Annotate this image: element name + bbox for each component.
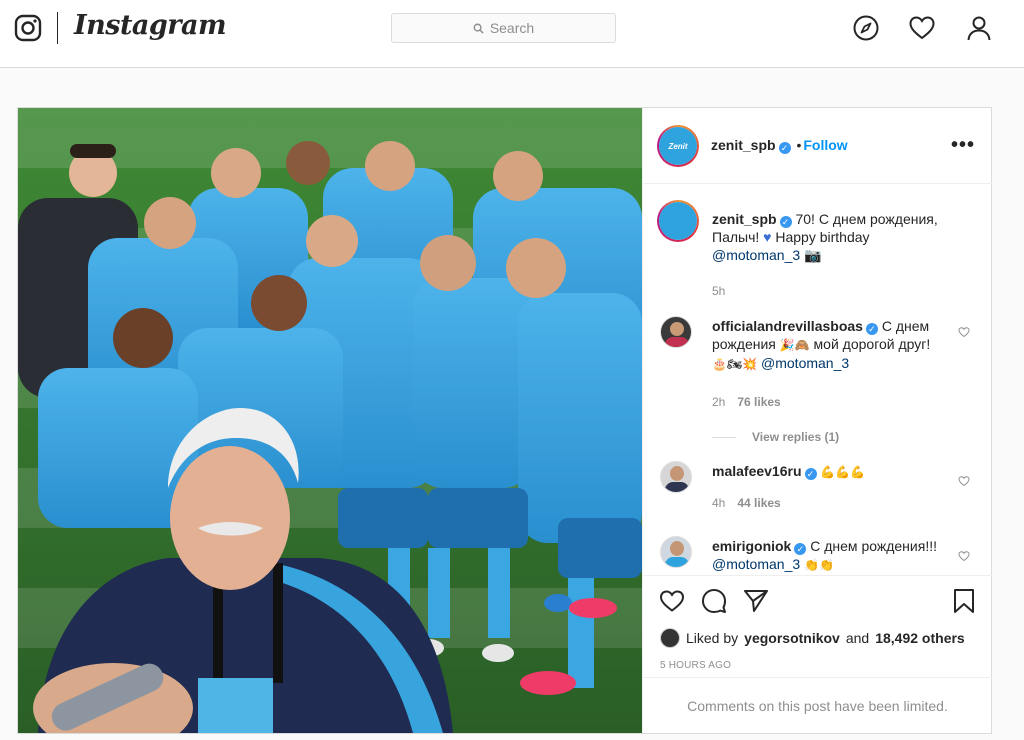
post-header: Zenit zenit_spb ✓ • Follow ••• <box>643 108 992 184</box>
comment-username[interactable]: malafeev16ru <box>712 463 802 479</box>
like-comment-heart-icon[interactable] <box>958 475 970 487</box>
instagram-camera-icon[interactable] <box>14 14 42 42</box>
commenter-avatar[interactable] <box>660 461 692 493</box>
comment-likes[interactable]: 76 likes <box>737 395 780 409</box>
mention-link[interactable]: @motoman_3 <box>761 355 849 371</box>
verified-badge-icon: ✓ <box>804 468 817 480</box>
profile-icon[interactable] <box>965 14 993 42</box>
commenter-avatar[interactable] <box>660 536 692 568</box>
liker-avatar[interactable] <box>660 628 680 648</box>
comment-username[interactable]: emirigoniok <box>712 538 791 554</box>
replies-divider <box>712 436 736 438</box>
instagram-wordmark[interactable]: Instagram <box>74 10 227 41</box>
emoji-icons: 🎂🏍💥 <box>712 357 758 371</box>
comment-body-2: мой дорогой друг! <box>813 336 931 352</box>
liked-by-prefix: Liked by <box>686 630 739 646</box>
comment-time: 4h <box>712 496 726 510</box>
caption-text: zenit_spb ✓ 70! С днем рождения, Палыч! ♥… <box>712 210 952 264</box>
like-heart-icon[interactable] <box>659 588 685 614</box>
verified-badge-icon: ✓ <box>778 142 791 154</box>
flexed-biceps-emoji-icons: 💪💪💪 <box>820 465 866 479</box>
comment-text: malafeev16ru ✓ 💪💪💪 <box>712 462 952 481</box>
mention-link[interactable]: @motoman_3 <box>712 556 800 572</box>
comment-username[interactable]: officialandrevillasboas <box>712 318 863 334</box>
verified-badge-icon: ✓ <box>779 216 792 228</box>
comment-body: С днем рождения!!! <box>810 538 937 554</box>
liked-by-username[interactable]: yegorsotnikov <box>744 630 840 646</box>
author-line: zenit_spb ✓ • Follow <box>711 137 848 154</box>
liked-by-line: Liked by yegorsotnikov and 18,492 others <box>660 628 965 648</box>
comment-item: emirigoniok ✓ С днем рождения!!! @motoman… <box>660 536 975 575</box>
verified-badge-icon: ✓ <box>794 543 807 555</box>
view-replies-button[interactable]: View replies (1) <box>712 430 839 444</box>
comments-list[interactable]: zenit_spb ✓ 70! С днем рождения, Палыч! ♥… <box>643 185 992 575</box>
heart-icon[interactable] <box>908 14 936 42</box>
compass-icon[interactable] <box>852 14 880 42</box>
author-avatar[interactable]: Zenit <box>657 125 699 167</box>
zenit-logo-icon <box>659 202 697 240</box>
search-input[interactable]: Search <box>391 13 616 43</box>
post-timestamp[interactable]: 5 HOURS AGO <box>660 660 731 671</box>
comment-meta: 4h 44 likes <box>712 496 781 510</box>
search-placeholder: Search <box>489 20 535 36</box>
like-comment-heart-icon[interactable] <box>958 326 970 338</box>
post-actions: Liked by yegorsotnikov and 18,492 others… <box>643 575 992 733</box>
comment-time: 2h <box>712 395 726 409</box>
share-direct-icon[interactable] <box>743 588 769 614</box>
comment-text: emirigoniok ✓ С днем рождения!!! @motoman… <box>712 537 952 574</box>
more-options-icon[interactable]: ••• <box>951 134 975 157</box>
comment-bubble-icon[interactable] <box>701 588 727 614</box>
caption-avatar[interactable] <box>657 200 699 242</box>
camera-emoji-icon: 📷 <box>804 247 822 263</box>
caption-body-2: Happy birthday <box>775 229 870 245</box>
team-selfie-illustration <box>18 108 642 733</box>
party-emoji-icon: 🎉🙈 <box>779 338 810 352</box>
clapping-emoji-icons: 👏👏 <box>804 558 834 572</box>
commenter-avatar[interactable] <box>660 316 692 348</box>
dot-separator: • <box>796 137 802 153</box>
post-side-panel: Zenit zenit_spb ✓ • Follow ••• zenit_spb ✓ … <box>642 108 992 733</box>
follow-button[interactable]: Follow <box>803 137 847 153</box>
comment-meta: 2h 76 likes <box>712 395 781 409</box>
comment-item: officialandrevillasboas ✓ С днем рождения… <box>660 316 975 446</box>
logo-divider <box>57 12 58 44</box>
caption-comment: zenit_spb ✓ 70! С днем рождения, Палыч! ♥… <box>657 200 975 298</box>
comments-limited-notice: Comments on this post have been limited. <box>643 677 992 733</box>
liked-by-and: and <box>845 630 870 646</box>
post-photo[interactable] <box>18 108 642 733</box>
likes-count-button[interactable]: 18,492 others <box>875 630 965 646</box>
caption-username[interactable]: zenit_spb <box>712 211 777 227</box>
comment-likes[interactable]: 44 likes <box>737 496 780 510</box>
post-card: Zenit zenit_spb ✓ • Follow ••• zenit_spb ✓ … <box>17 107 992 734</box>
caption-time: 5h <box>712 284 726 298</box>
like-comment-heart-icon[interactable] <box>958 550 970 562</box>
mention-link[interactable]: @motoman_3 <box>712 247 800 263</box>
zenit-logo-icon: Zenit <box>659 127 697 165</box>
comment-item: malafeev16ru ✓ 💪💪💪 4h 44 likes <box>660 461 975 521</box>
top-navigation: Instagram Search <box>0 0 1024 68</box>
verified-badge-icon: ✓ <box>865 323 878 335</box>
blue-heart-icon: ♥ <box>763 229 772 245</box>
save-bookmark-icon[interactable] <box>951 588 977 614</box>
search-icon <box>473 23 484 34</box>
comment-text: officialandrevillasboas ✓ С днем рождения… <box>712 317 952 373</box>
view-replies-label: View replies (1) <box>752 430 840 444</box>
author-username[interactable]: zenit_spb <box>711 137 776 153</box>
